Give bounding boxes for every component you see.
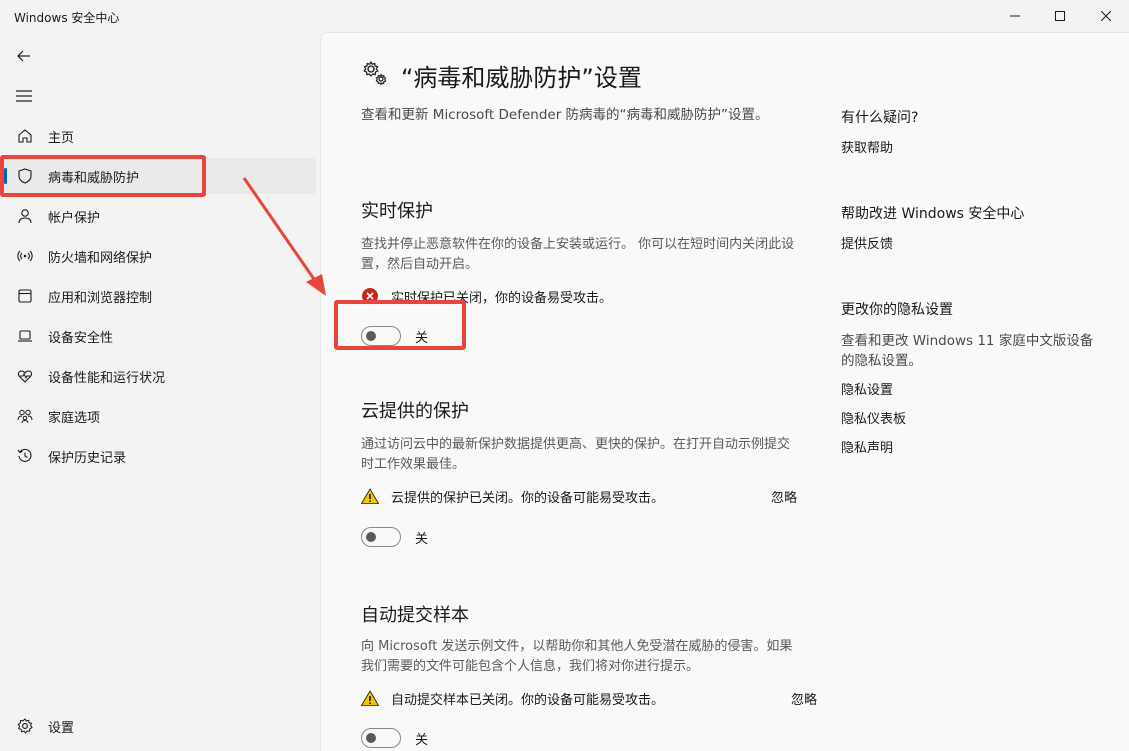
- sidebar-item-label: 防火墙和网络保护: [48, 250, 153, 266]
- toggle-state-label: 关: [415, 531, 429, 547]
- privacy-settings-link[interactable]: 隐私设置: [841, 379, 1101, 398]
- toggle-row: 关: [361, 727, 801, 749]
- sidebar-item-label: 家庭选项: [48, 410, 101, 426]
- sidebar-item-label: 主页: [48, 130, 75, 146]
- section-description: 向 Microsoft 发送示例文件，以帮助你和其他人免受潜在威胁的侵害。如果我…: [361, 639, 793, 674]
- status-text: 自动提交样本已关闭。你的设备可能易受攻击。: [391, 692, 665, 708]
- sidebar-item-label: 保护历史记录: [48, 450, 127, 466]
- sidebar-item-label: 设备性能和运行状况: [48, 370, 166, 386]
- warning-icon: [361, 487, 379, 505]
- toggle-knob: [366, 532, 376, 542]
- history-icon: [16, 447, 34, 465]
- sidebar-item-label: 设置: [48, 720, 75, 736]
- section-description: 通过访问云中的最新保护数据提供更高、更快的保护。在打开自动示例提交时工作效果最佳…: [361, 437, 791, 472]
- dismiss-link[interactable]: 忽略: [791, 689, 817, 708]
- gear-icon: [16, 717, 34, 735]
- help-section: 有什么疑问? 获取帮助: [841, 107, 1101, 156]
- laptop-icon: [16, 327, 34, 345]
- sidebar-item-label: 应用和浏览器控制: [48, 290, 153, 306]
- sidebar-item-app-browser-control[interactable]: 应用和浏览器控制: [4, 278, 316, 314]
- dismiss-link[interactable]: 忽略: [771, 487, 797, 506]
- give-feedback-link[interactable]: 提供反馈: [841, 233, 1101, 252]
- gears-icon: [361, 59, 389, 91]
- privacy-statement-link[interactable]: 隐私声明: [841, 437, 1101, 456]
- minimize-icon: [1010, 15, 1020, 17]
- minimize-button[interactable]: [992, 0, 1038, 32]
- close-icon: [1101, 11, 1111, 21]
- sidebar-item-device-security[interactable]: 设备安全性: [4, 318, 316, 354]
- sidebar-item-account-protection[interactable]: 帐户保护: [4, 198, 316, 234]
- sidebar-item-family-options[interactable]: 家庭选项: [4, 398, 316, 434]
- section-description: 查找并停止恶意软件在你的设备上安装或运行。 你可以在短时间内关闭此设置，然后自动…: [361, 237, 795, 272]
- sidebar: 主页 病毒和威胁防护 帐户保护 防火墙和网络保护 应用和浏览器控制 设备安全性: [0, 32, 320, 751]
- section-title: 自动提交样本: [361, 605, 469, 626]
- maximize-icon: [1055, 11, 1065, 21]
- feedback-section: 帮助改进 Windows 安全中心 提供反馈: [841, 203, 1101, 252]
- section-title: 实时保护: [361, 201, 433, 222]
- toggle-knob: [366, 733, 376, 743]
- warning-icon: [361, 689, 379, 707]
- privacy-section: 更改你的隐私设置 查看和更改 Windows 11 家庭中文版设备的隐私设置。 …: [841, 299, 1101, 456]
- cloud-protection-section: 云提供的保护 通过访问云中的最新保护数据提供更高、更快的保护。在打开自动示例提交…: [361, 397, 801, 548]
- section-title: 云提供的保护: [361, 401, 469, 422]
- sidebar-item-firewall[interactable]: 防火墙和网络保护: [4, 238, 316, 274]
- home-icon: [16, 127, 34, 145]
- toggle-state-label: 关: [415, 732, 429, 748]
- wifi-antenna-icon: [16, 247, 34, 265]
- app-window-icon: [16, 287, 34, 305]
- status-row: 自动提交样本已关闭。你的设备可能易受攻击。 忽略: [361, 687, 817, 709]
- annotation-box-toggle: [334, 300, 466, 350]
- page-description: 查看和更新 Microsoft Defender 防病毒的“病毒和威胁防护”设置…: [361, 107, 769, 123]
- back-button[interactable]: [12, 44, 36, 68]
- sidebar-item-settings[interactable]: 设置: [4, 708, 316, 744]
- get-help-link[interactable]: 获取帮助: [841, 137, 1101, 156]
- privacy-description: 查看和更改 Windows 11 家庭中文版设备的隐私设置。: [841, 333, 1094, 369]
- person-icon: [16, 207, 34, 225]
- sidebar-item-protection-history[interactable]: 保护历史记录: [4, 438, 316, 474]
- sample-submission-toggle[interactable]: [361, 728, 401, 748]
- page-header: “病毒和威胁防护”设置: [361, 57, 642, 93]
- status-text: 云提供的保护已关闭。你的设备可能易受攻击。: [391, 490, 665, 506]
- heart-pulse-icon: [16, 367, 34, 385]
- main-panel: “病毒和威胁防护”设置 查看和更新 Microsoft Defender 防病毒…: [320, 32, 1129, 751]
- aside-title: 帮助改进 Windows 安全中心: [841, 206, 1025, 222]
- toggle-row: 关: [361, 526, 801, 548]
- back-arrow-icon: [17, 50, 30, 62]
- maximize-button[interactable]: [1037, 0, 1083, 32]
- hamburger-menu-button[interactable]: [12, 84, 36, 108]
- sidebar-item-home[interactable]: 主页: [4, 118, 316, 154]
- aside-title: 有什么疑问?: [841, 110, 919, 126]
- annotation-box-sidebar: [0, 155, 206, 197]
- family-icon: [16, 407, 34, 425]
- aside-title: 更改你的隐私设置: [841, 302, 953, 318]
- hamburger-icon: [16, 90, 32, 102]
- title-bar: Windows 安全中心: [0, 0, 1129, 32]
- sidebar-item-device-health[interactable]: 设备性能和运行状况: [4, 358, 316, 394]
- window-title: Windows 安全中心: [14, 11, 120, 25]
- cloud-protection-toggle[interactable]: [361, 527, 401, 547]
- privacy-dashboard-link[interactable]: 隐私仪表板: [841, 408, 1101, 427]
- page-title: “病毒和威胁防护”设置: [401, 63, 642, 92]
- close-button[interactable]: [1083, 0, 1129, 32]
- sidebar-item-label: 帐户保护: [48, 210, 101, 226]
- sidebar-item-label: 设备安全性: [48, 330, 114, 346]
- status-row: 云提供的保护已关闭。你的设备可能易受攻击。 忽略: [361, 485, 801, 507]
- sample-submission-section: 自动提交样本 向 Microsoft 发送示例文件，以帮助你和其他人免受潜在威胁…: [361, 601, 817, 749]
